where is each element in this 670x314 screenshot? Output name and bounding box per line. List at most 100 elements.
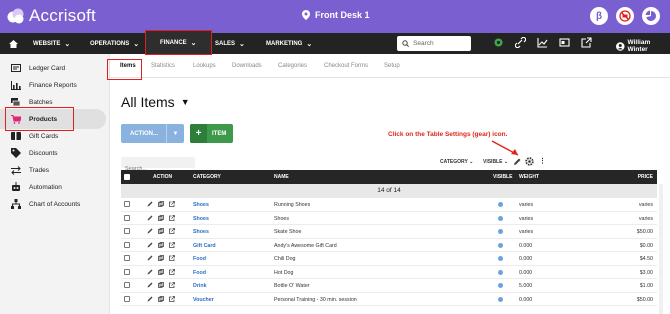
copy-icon[interactable]: [158, 255, 164, 261]
select-all-checkbox[interactable]: [124, 174, 130, 180]
open-external-icon[interactable]: [169, 201, 175, 207]
row-category[interactable]: Food: [193, 256, 206, 262]
row-checkbox[interactable]: [124, 241, 130, 248]
row-checkbox[interactable]: [124, 295, 130, 302]
id-card-icon[interactable]: [559, 37, 570, 48]
home-icon[interactable]: [9, 33, 18, 54]
category-filter[interactable]: CATEGORY ⌄: [440, 159, 473, 165]
sidebar-item-chart-of-accounts[interactable]: Chart of Accounts: [0, 194, 106, 214]
beta-badge-icon[interactable]: β: [590, 7, 608, 25]
table-search[interactable]: [121, 157, 195, 175]
table-settings-gear-icon[interactable]: [525, 157, 534, 166]
global-search[interactable]: [397, 36, 471, 51]
pencil-icon[interactable]: [513, 158, 521, 166]
copy-icon[interactable]: [158, 201, 164, 207]
caret-down-icon[interactable]: ▼: [166, 124, 184, 143]
tab-checkout-forms[interactable]: Checkout Forms: [324, 63, 368, 69]
col-visible[interactable]: VISIBLE: [493, 174, 512, 180]
col-weight[interactable]: WEIGHT: [519, 174, 539, 180]
pie-chart-icon[interactable]: [642, 7, 660, 25]
nav-marketing[interactable]: MARKETING ⌄: [266, 33, 312, 54]
edit-pencil-icon[interactable]: [147, 269, 153, 275]
table-row[interactable]: Shoes Running Shoes varies varies: [121, 198, 657, 212]
open-external-icon[interactable]: [169, 214, 175, 221]
open-external-icon[interactable]: [169, 282, 175, 288]
visible-status-dot[interactable]: [498, 283, 503, 288]
open-external-icon[interactable]: [169, 241, 175, 248]
nav-website[interactable]: WEBSITE ⌄: [33, 33, 70, 54]
sidebar-item-label: Chart of Accounts: [29, 200, 81, 208]
row-checkbox[interactable]: [124, 255, 130, 261]
row-category[interactable]: Shoes: [193, 216, 209, 222]
nav-sales[interactable]: SALES ⌄: [215, 33, 245, 54]
open-external-icon[interactable]: [169, 255, 175, 261]
nav-operations[interactable]: OPERATIONS ⌄: [90, 33, 139, 54]
table-row[interactable]: Shoes Shoes varies varies: [121, 212, 657, 225]
table-row[interactable]: Drink Bottle O' Water 5.000 $1.00: [121, 279, 657, 293]
tab-lookups[interactable]: Lookups: [193, 63, 216, 69]
row-checkbox[interactable]: [124, 214, 130, 221]
tab-categories[interactable]: Categories: [278, 63, 307, 69]
edit-pencil-icon[interactable]: [147, 296, 153, 302]
visible-status-dot[interactable]: [498, 202, 503, 207]
edit-pencil-icon[interactable]: [147, 255, 153, 261]
edit-pencil-icon[interactable]: [147, 228, 153, 234]
row-category[interactable]: Shoes: [193, 229, 209, 235]
tab-setup[interactable]: Setup: [384, 63, 400, 69]
app-logo[interactable]: Accrisoft: [6, 6, 96, 26]
row-checkbox[interactable]: [124, 201, 130, 207]
no-cart-icon[interactable]: [616, 7, 634, 25]
open-external-icon[interactable]: [169, 268, 175, 275]
copy-icon[interactable]: [158, 282, 164, 288]
table-row[interactable]: Voucher Personal Training - 30 min. sessi…: [121, 293, 657, 306]
line-chart-icon[interactable]: [537, 37, 548, 48]
external-link-icon[interactable]: [581, 37, 592, 48]
row-category[interactable]: Shoes: [193, 202, 209, 208]
row-checkbox[interactable]: [124, 268, 130, 275]
visible-status-dot[interactable]: [498, 215, 503, 221]
nav-finance[interactable]: FINANCE ⌄: [145, 30, 212, 55]
visible-status-dot[interactable]: [498, 242, 503, 248]
global-search-input[interactable]: [413, 40, 467, 47]
visible-status-dot[interactable]: [498, 269, 503, 275]
visible-status-dot[interactable]: [498, 256, 503, 261]
col-category[interactable]: CATEGORY: [193, 174, 221, 180]
action-button[interactable]: ACTION... ▼: [121, 124, 184, 143]
visible-status-dot[interactable]: [498, 296, 503, 302]
tab-downloads[interactable]: Downloads: [232, 63, 262, 69]
copy-icon[interactable]: [158, 295, 164, 302]
row-category[interactable]: Drink: [193, 283, 207, 289]
edit-pencil-icon[interactable]: [147, 201, 153, 207]
add-item-button[interactable]: + ITEM: [190, 124, 233, 143]
copy-icon[interactable]: [158, 268, 164, 275]
copy-icon[interactable]: [158, 214, 164, 221]
open-external-icon[interactable]: [169, 228, 175, 234]
row-checkbox[interactable]: [124, 228, 130, 234]
more-options-icon[interactable]: ⋮: [539, 157, 546, 165]
copy-icon[interactable]: [158, 241, 164, 248]
row-category[interactable]: Voucher: [193, 297, 214, 303]
copy-icon[interactable]: [158, 228, 164, 234]
table-row[interactable]: Food Hot Dog 0.000 $3.00: [121, 266, 657, 279]
row-checkbox[interactable]: [124, 282, 130, 288]
location-selector[interactable]: Front Desk 1: [302, 10, 370, 20]
user-menu[interactable]: William Winter: [616, 39, 670, 53]
visible-filter[interactable]: VISIBLE ⌄: [483, 159, 508, 165]
table-row[interactable]: Food Chili Dog 0.000 $4.50: [121, 252, 657, 266]
edit-pencil-icon[interactable]: [147, 282, 153, 288]
settings-gear-icon[interactable]: [493, 37, 504, 48]
row-category[interactable]: Food: [193, 270, 206, 276]
table-row[interactable]: Shoes Skate Shoe varies $50.00: [121, 225, 657, 239]
visible-status-dot[interactable]: [498, 229, 503, 234]
tab-statistics[interactable]: Statistics: [151, 63, 175, 69]
table-row[interactable]: Gift Card Andy's Awesome Gift Card 0.000 $0…: [121, 239, 657, 252]
page-title[interactable]: All Items ▼: [121, 94, 190, 110]
link-icon[interactable]: [515, 37, 526, 48]
open-external-icon[interactable]: [169, 295, 175, 302]
col-price[interactable]: PRICE: [638, 174, 653, 180]
edit-pencil-icon[interactable]: [147, 215, 153, 221]
col-name[interactable]: NAME: [274, 174, 289, 180]
scrollbar[interactable]: [659, 184, 663, 314]
row-category[interactable]: Gift Card: [193, 243, 216, 249]
edit-pencil-icon[interactable]: [147, 242, 153, 248]
